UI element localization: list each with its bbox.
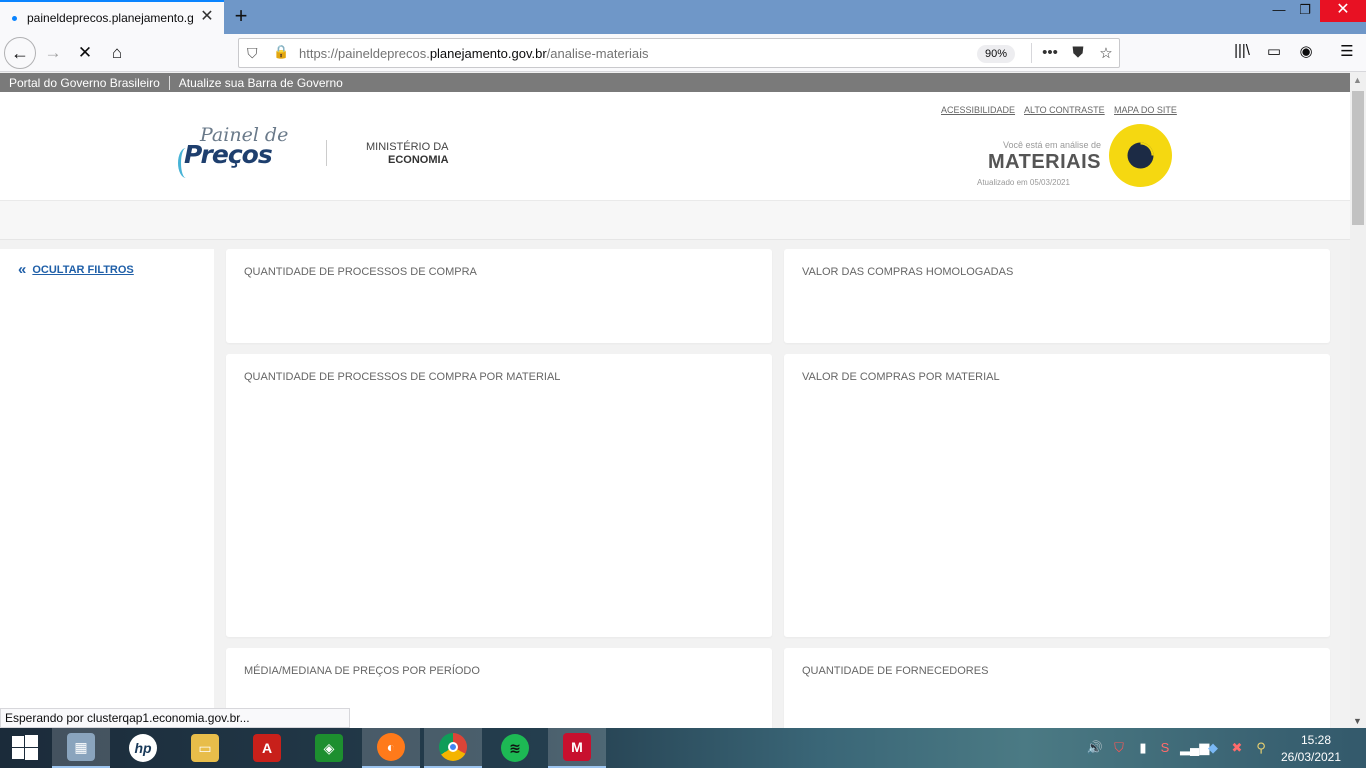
card-value-by-material: VALOR DE COMPRAS POR MATERIAL bbox=[784, 354, 1330, 637]
library-icon[interactable]: |||\ bbox=[1230, 42, 1254, 59]
firefox-icon: ◐ bbox=[377, 733, 405, 761]
card-supplier-count: QUANTIDADE DE FORNECEDORES bbox=[784, 648, 1330, 728]
mcafee-shield-icon: M bbox=[563, 733, 591, 761]
high-contrast-link[interactable]: ALTO CONTRASTE bbox=[1024, 105, 1105, 115]
scroll-up-icon[interactable]: ▲ bbox=[1353, 75, 1362, 85]
spotify-app[interactable]: ≋ bbox=[486, 728, 544, 768]
clock-date[interactable]: 26/03/2021 bbox=[1276, 750, 1346, 764]
network-warning-icon[interactable]: ✖ bbox=[1228, 740, 1246, 756]
card-title: VALOR DAS COMPRAS HOMOLOGADAS bbox=[802, 266, 1014, 278]
updated-date: Atualizado em 05/03/2021 bbox=[977, 178, 1070, 187]
restore-button[interactable]: ❐ bbox=[1286, 0, 1324, 22]
card-process-count-by-material: QUANTIDADE DE PROCESSOS DE COMPRA POR MA… bbox=[226, 354, 772, 637]
card-title: QUANTIDADE DE FORNECEDORES bbox=[802, 665, 989, 677]
url-bar[interactable]: ⛉ 🔒 https://paineldeprecos.planejamento.… bbox=[238, 38, 1120, 68]
page-actions-icon[interactable]: ••• bbox=[1039, 44, 1061, 61]
filters-sidebar: « OCULTAR FILTROS bbox=[0, 249, 214, 728]
tab-close-icon[interactable]: ✕ bbox=[198, 8, 216, 26]
hide-filters-label: OCULTAR FILTROS bbox=[32, 263, 134, 276]
update-bar-link[interactable]: Atualize sua Barra de Governo bbox=[170, 76, 352, 90]
stop-loading-button[interactable]: ✕ bbox=[70, 38, 100, 68]
double-chevron-left-icon: « bbox=[18, 261, 27, 278]
scroll-thumb[interactable] bbox=[1352, 91, 1364, 225]
mcafee-app[interactable]: M bbox=[548, 728, 606, 768]
wifi-signal-icon[interactable]: ▂▄▆ bbox=[1180, 740, 1209, 756]
browser-tab[interactable]: paineldeprecos.planejamento.gov.br/anali… bbox=[0, 0, 224, 34]
hp-icon: hp bbox=[129, 734, 157, 762]
chrome-app[interactable] bbox=[424, 728, 482, 768]
volume-icon[interactable]: 🔊 bbox=[1086, 740, 1104, 756]
zoom-level-badge[interactable]: 90% bbox=[977, 45, 1016, 63]
account-icon[interactable]: ◉ bbox=[1294, 42, 1318, 60]
user-tray-icon[interactable]: ⚲ bbox=[1252, 740, 1270, 756]
security-tray-icon[interactable]: S bbox=[1156, 740, 1174, 755]
page-scrollbar[interactable]: ▲ ▼ bbox=[1350, 73, 1366, 728]
page-content: Painel de Preços MINISTÉRIO DA ECONOMIA … bbox=[0, 92, 1350, 728]
status-bar: Esperando por clusterqap1.economia.gov.b… bbox=[0, 708, 350, 728]
windows-taskbar: ▦ hp ▭ A ◈ ◐ ≋ M 🔊 ⛉ ▮ S ▂▄▆ ◆ ✖ ⚲ 15:28… bbox=[0, 728, 1366, 768]
ministry-logo: MINISTÉRIO DA ECONOMIA bbox=[366, 141, 449, 167]
browser-tab-bar: paineldeprecos.planejamento.gov.br/anali… bbox=[0, 0, 1366, 34]
url-divider bbox=[1031, 43, 1032, 63]
acrobat-icon: A bbox=[253, 734, 281, 762]
hide-filters-button[interactable]: « OCULTAR FILTROS bbox=[18, 261, 134, 278]
government-bar: Portal do Governo Brasileiro Atualize su… bbox=[0, 73, 1350, 92]
accessibility-link[interactable]: ACESSIBILIDADE bbox=[941, 105, 1015, 115]
windows-logo-icon bbox=[12, 735, 38, 760]
site-map-link[interactable]: MAPA DO SITE bbox=[1114, 105, 1177, 115]
chrome-icon bbox=[439, 733, 467, 761]
clock-time[interactable]: 15:28 bbox=[1286, 733, 1346, 747]
pie-chart-icon[interactable] bbox=[1109, 124, 1172, 187]
folder-icon: ▭ bbox=[191, 734, 219, 762]
hp-app[interactable]: hp bbox=[114, 728, 172, 768]
start-button[interactable] bbox=[0, 728, 48, 768]
section-title: MATERIAIS bbox=[988, 151, 1102, 173]
url-text[interactable]: https://paineldeprecos.planejamento.gov.… bbox=[299, 46, 649, 61]
card-title: MÉDIA/MEDIANA DE PREÇOS POR PERÍODO bbox=[244, 665, 480, 677]
tab-title: paineldeprecos.planejamento.gov.br/anali… bbox=[27, 11, 193, 25]
tracking-shield-icon[interactable]: ⛉ bbox=[247, 45, 258, 62]
loading-indicator-icon bbox=[12, 15, 17, 21]
back-button[interactable]: ← bbox=[4, 37, 36, 69]
calculator-app[interactable]: ▦ bbox=[52, 728, 110, 768]
lock-icon[interactable]: 🔒 bbox=[273, 44, 289, 60]
scroll-down-icon[interactable]: ▼ bbox=[1353, 716, 1362, 726]
card-title: QUANTIDADE DE PROCESSOS DE COMPRA bbox=[244, 266, 477, 278]
logo-divider bbox=[326, 140, 327, 166]
pie-chart-glyph bbox=[1127, 142, 1154, 169]
portal-link[interactable]: Portal do Governo Brasileiro bbox=[0, 76, 169, 90]
gamepad-icon: ◈ bbox=[315, 734, 343, 762]
new-tab-button[interactable]: + bbox=[228, 4, 254, 30]
home-button[interactable]: ⌂ bbox=[102, 38, 132, 68]
pocket-icon[interactable]: ⛊ bbox=[1067, 44, 1089, 61]
file-explorer-app[interactable]: ▭ bbox=[176, 728, 234, 768]
logo-precos[interactable]: Preços bbox=[184, 140, 273, 169]
firefox-app[interactable]: ◐ bbox=[362, 728, 420, 768]
window-close-button[interactable]: ✕ bbox=[1320, 0, 1366, 22]
menu-icon[interactable]: ☰ bbox=[1335, 42, 1359, 60]
card-homologated-value: VALOR DAS COMPRAS HOMOLOGADAS bbox=[784, 249, 1330, 343]
cloud-tray-icon[interactable]: ◆ bbox=[1204, 740, 1222, 756]
bookmark-star-icon[interactable]: ☆ bbox=[1095, 44, 1117, 62]
acrobat-app[interactable]: A bbox=[238, 728, 296, 768]
navigation-toolbar: ← → ✕ ⌂ ⛉ 🔒 https://paineldeprecos.plane… bbox=[0, 34, 1366, 72]
ministry-top: MINISTÉRIO DA bbox=[366, 141, 449, 153]
secondary-bar bbox=[0, 200, 1350, 240]
mcafee-tray-icon[interactable]: ⛉ bbox=[1110, 740, 1128, 756]
site-header: Painel de Preços MINISTÉRIO DA ECONOMIA … bbox=[0, 92, 1350, 200]
calculator-icon: ▦ bbox=[67, 733, 95, 761]
card-title: VALOR DE COMPRAS POR MATERIAL bbox=[802, 371, 1000, 383]
spotify-icon: ≋ bbox=[501, 734, 529, 762]
xbox-app[interactable]: ◈ bbox=[300, 728, 358, 768]
device-icon[interactable]: ▮ bbox=[1134, 740, 1152, 756]
card-title: QUANTIDADE DE PROCESSOS DE COMPRA POR MA… bbox=[244, 371, 561, 383]
analysis-context-label: Você está em análise de bbox=[1003, 140, 1102, 150]
ministry-bottom: ECONOMIA bbox=[388, 154, 449, 166]
sidebar-icon[interactable]: ▭ bbox=[1262, 42, 1286, 60]
forward-button[interactable]: → bbox=[38, 38, 68, 68]
system-tray: 🔊 ⛉ ▮ S ▂▄▆ ◆ ✖ ⚲ 15:28 26/03/2021 bbox=[1076, 728, 1366, 768]
card-purchase-process-count: QUANTIDADE DE PROCESSOS DE COMPRA bbox=[226, 249, 772, 343]
